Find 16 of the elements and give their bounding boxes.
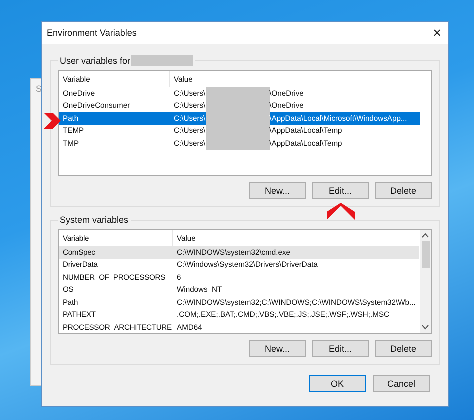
scrollbar-thumb[interactable] (422, 241, 430, 268)
group-label: System variables (60, 215, 129, 225)
close-button[interactable]: ✕ (426, 22, 448, 44)
dialog-button[interactable]: Edit... (312, 182, 369, 199)
up-chevron-icon (327, 203, 355, 220)
dialog-button[interactable]: New... (249, 182, 306, 199)
dialog-button[interactable]: Delete (375, 340, 432, 357)
window-title: Environment Variables (47, 28, 137, 38)
dialog-button[interactable]: New... (249, 340, 306, 357)
dialog-button[interactable]: Edit... (312, 340, 369, 357)
scrollbar[interactable] (420, 230, 431, 333)
dialog-button[interactable]: OK (309, 375, 366, 392)
group-label: User variables for (60, 56, 131, 66)
dialog-button[interactable]: Delete (375, 182, 432, 199)
right-chevron-icon (44, 113, 61, 129)
dialog-button[interactable]: Cancel (373, 375, 430, 392)
